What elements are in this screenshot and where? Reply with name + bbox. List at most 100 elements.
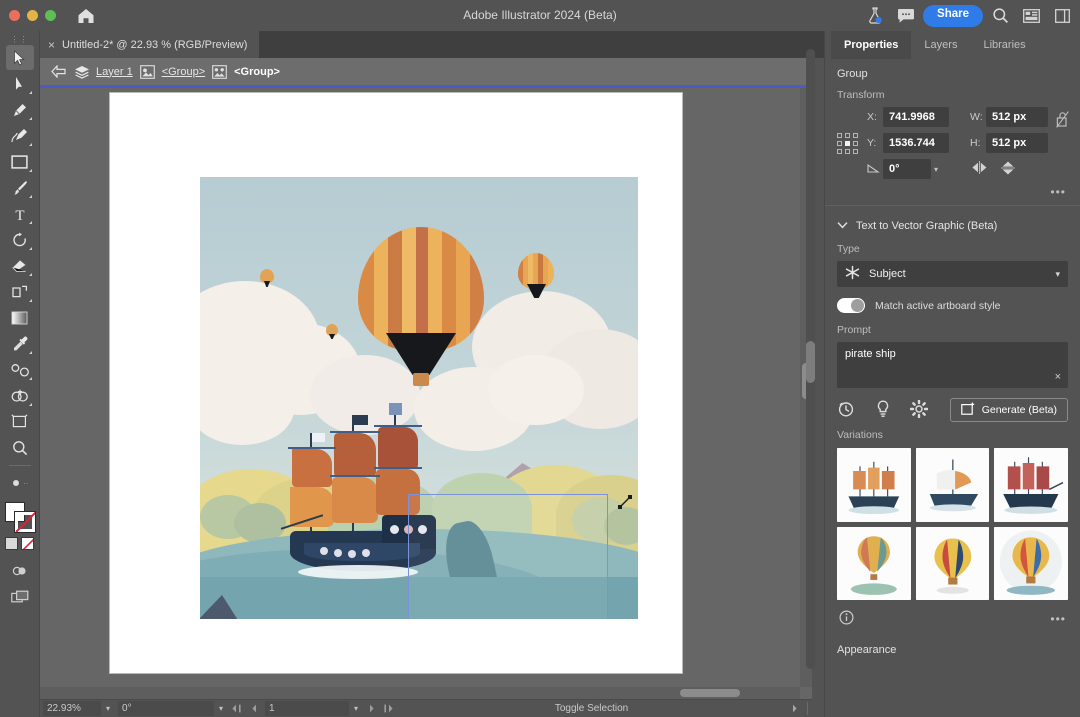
scrollbar-thumb[interactable] xyxy=(806,341,815,383)
zoom-tool[interactable] xyxy=(6,435,34,460)
variation-balloon-1[interactable] xyxy=(837,527,911,601)
window-controls[interactable] xyxy=(0,10,56,21)
scrollbar-thumb[interactable] xyxy=(680,689,740,697)
prompt-input[interactable]: pirate ship × xyxy=(837,342,1068,388)
info-icon[interactable] xyxy=(839,610,854,628)
none-swatch-icon[interactable] xyxy=(21,537,34,550)
direct-selection-tool[interactable] xyxy=(6,71,34,96)
chevron-down-icon[interactable]: ▾ xyxy=(934,165,938,174)
next-artboard-icon[interactable] xyxy=(363,700,380,717)
document-tab[interactable]: × Untitled-2* @ 22.93 % (RGB/Preview) xyxy=(40,31,259,58)
type-select[interactable]: Subject ▾ xyxy=(837,261,1068,287)
appearance-section-title: Appearance xyxy=(825,628,1080,656)
toolbar-grip[interactable]: ⋮⋮ xyxy=(14,33,26,45)
color-mode-swatches[interactable] xyxy=(5,537,34,550)
generate-button[interactable]: Generate (Beta) xyxy=(950,398,1068,422)
paintbrush-tool[interactable] xyxy=(6,175,34,200)
drawing-mode-icon[interactable] xyxy=(6,558,34,583)
tab-properties[interactable]: Properties xyxy=(831,31,911,59)
selection-tool[interactable] xyxy=(6,45,34,70)
match-artboard-style-toggle[interactable] xyxy=(837,298,865,313)
breadcrumb: Layer 1 <Group> <Group> xyxy=(40,58,812,88)
flip-vertical-icon[interactable] xyxy=(1001,161,1015,178)
text-to-vector-header[interactable]: Text to Vector Graphic (Beta) xyxy=(825,212,1080,236)
rectangle-tool[interactable] xyxy=(6,149,34,174)
eyedropper-tool[interactable] xyxy=(6,331,34,356)
back-arrow-icon[interactable] xyxy=(50,63,67,80)
shape-builder-tool[interactable] xyxy=(6,383,34,408)
breadcrumb-layer-link[interactable]: Layer 1 xyxy=(96,66,133,78)
selection-bounding-box[interactable] xyxy=(408,494,608,619)
panel-scrollbar[interactable] xyxy=(803,31,817,681)
comment-icon[interactable] xyxy=(892,3,920,29)
illustrator-window: Adobe Illustrator 2024 (Beta) Share xyxy=(0,0,1080,717)
flip-horizontal-icon[interactable] xyxy=(972,161,989,178)
home-icon[interactable] xyxy=(72,4,100,28)
chevron-down-icon[interactable]: ▾ xyxy=(1055,269,1060,280)
y-field[interactable]: 1536.744 xyxy=(883,133,949,153)
scale-tool[interactable] xyxy=(6,279,34,304)
document-tab-label: Untitled-2* @ 22.93 % (RGB/Preview) xyxy=(62,39,247,51)
canvas-horizontal-scrollbar[interactable] xyxy=(40,687,800,699)
pen-tool[interactable] xyxy=(6,97,34,122)
search-icon[interactable] xyxy=(986,3,1014,29)
transform-more-options[interactable]: ••• xyxy=(825,185,1080,199)
blend-tool[interactable] xyxy=(6,357,34,382)
color-swatch-icon[interactable] xyxy=(5,537,18,550)
clear-prompt-icon[interactable]: × xyxy=(1055,371,1061,383)
curvature-tool[interactable] xyxy=(6,123,34,148)
width-field[interactable]: 512 px xyxy=(986,107,1048,127)
eraser-tool[interactable] xyxy=(6,253,34,278)
x-field[interactable]: 741.9968 xyxy=(883,107,949,127)
type-tool[interactable]: T xyxy=(6,201,34,226)
artboard-number-field[interactable]: 1 xyxy=(265,701,349,716)
variation-ship-2[interactable] xyxy=(916,448,990,522)
arrange-documents-icon[interactable] xyxy=(1017,3,1045,29)
workspace-switcher-icon[interactable] xyxy=(1048,3,1076,29)
constrain-proportions-unlocked-icon[interactable] xyxy=(1056,111,1069,128)
panel-tabs: Properties Layers Libraries xyxy=(825,31,1080,59)
variation-ship-1[interactable] xyxy=(837,448,911,522)
screen-mode-icon[interactable] xyxy=(6,584,34,609)
beaker-icon[interactable] xyxy=(861,3,889,29)
prompt-history-icon[interactable] xyxy=(837,400,856,421)
height-field[interactable]: 512 px xyxy=(986,133,1048,153)
playback-next-icon[interactable] xyxy=(786,700,803,717)
edit-toolbar-icon[interactable]: ··· xyxy=(6,470,34,495)
inspire-icon[interactable] xyxy=(874,399,892,421)
prev-artboard-icon[interactable] xyxy=(245,700,262,717)
canvas-area[interactable]: W: 892.74 px H: 892.74 px xyxy=(40,88,812,699)
rotation-angle-field[interactable]: 0° xyxy=(883,159,931,179)
minimize-window-button[interactable] xyxy=(27,10,38,21)
variation-balloon-2[interactable] xyxy=(916,527,990,601)
generate-icon xyxy=(961,402,975,418)
rotate-view-field[interactable]: 0° xyxy=(118,701,214,716)
reference-point-selector[interactable] xyxy=(837,133,859,159)
gradient-tool[interactable] xyxy=(6,305,34,330)
tab-layers[interactable]: Layers xyxy=(911,31,970,59)
first-artboard-icon[interactable] xyxy=(228,700,245,717)
tab-libraries[interactable]: Libraries xyxy=(970,31,1038,59)
match-artboard-style-row[interactable]: Match active artboard style xyxy=(825,287,1080,317)
maximize-window-button[interactable] xyxy=(45,10,56,21)
chevron-down-icon[interactable] xyxy=(837,220,848,232)
variation-balloon-3[interactable] xyxy=(994,527,1068,601)
zoom-level-field[interactable]: 22.93% xyxy=(43,701,101,716)
variation-ship-3[interactable] xyxy=(994,448,1068,522)
artboard-tool[interactable] xyxy=(6,409,34,434)
close-icon[interactable]: × xyxy=(48,39,55,51)
settings-gear-icon[interactable] xyxy=(910,400,928,421)
chevron-down-icon[interactable]: ▾ xyxy=(219,704,223,713)
close-window-button[interactable] xyxy=(9,10,20,21)
breadcrumb-group-link-1[interactable]: <Group> xyxy=(162,66,205,78)
variations-more-options[interactable]: ••• xyxy=(1050,612,1066,626)
h-label: H: xyxy=(970,137,981,149)
hot-air-balloon-right xyxy=(518,253,554,289)
last-artboard-icon[interactable] xyxy=(380,700,397,717)
chevron-down-icon[interactable]: ▾ xyxy=(106,704,110,713)
share-button[interactable]: Share xyxy=(923,5,983,27)
prompt-value: pirate ship xyxy=(845,348,896,360)
chevron-down-icon[interactable]: ▾ xyxy=(354,704,358,713)
fill-stroke-swatches[interactable] xyxy=(3,500,37,534)
rotate-tool[interactable] xyxy=(6,227,34,252)
